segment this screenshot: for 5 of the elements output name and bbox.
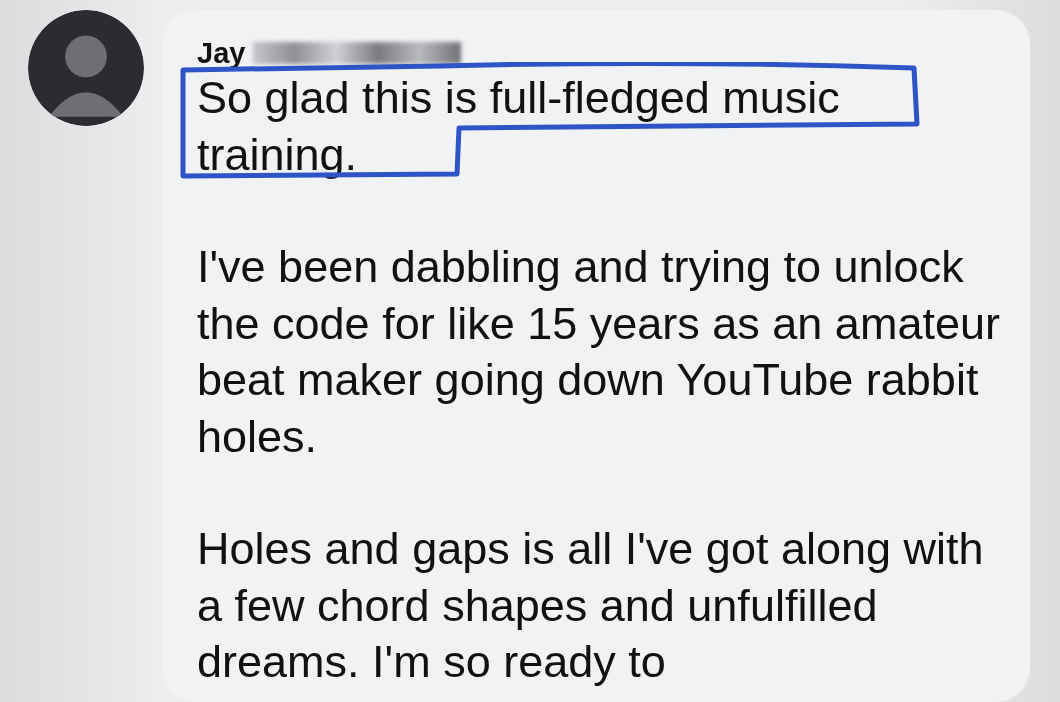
comment-text: I've been dabbling and trying to unlock the code for like 15 years as an amateur beat maker going down YouTube rabbit holes.	[197, 240, 1001, 464]
avatar[interactable]	[28, 10, 144, 126]
author-name[interactable]: Jay	[197, 36, 246, 70]
comment-text: So glad this is full-fledged music training.	[197, 71, 841, 182]
comment-text: Holes and gaps is all I've got along with a few chord shapes and unfulfilled dreams. I'm so ready to	[197, 522, 985, 689]
